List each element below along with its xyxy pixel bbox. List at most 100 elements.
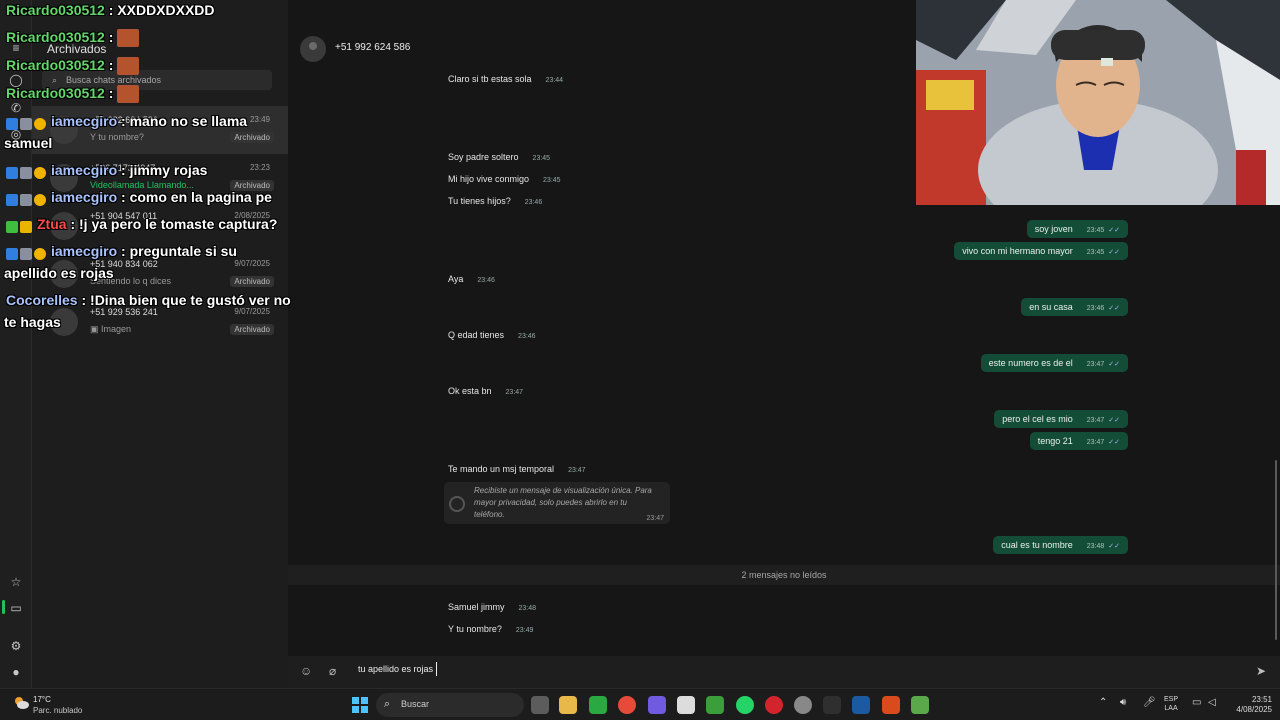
weather-icon: [15, 697, 29, 709]
weather-condition: Parc. nublado: [33, 706, 83, 715]
epic-games-icon[interactable]: [823, 696, 841, 714]
outgoing-message[interactable]: cual es tu nombre 23:48 ✓✓: [993, 536, 1128, 554]
start-button[interactable]: [351, 696, 369, 714]
chat-row[interactable]: +51 929 536 241 9/07/2025 ▣ Imagen Archi…: [32, 298, 288, 346]
screen: ≡ ◯ ✆ ◎ ☆ ▭ ⚙ ● Archivados ⌕ Busca chats…: [0, 0, 1280, 720]
speaker-icon[interactable]: ◁: [1208, 697, 1216, 708]
volume-icon[interactable]: 🔊︎: [1120, 697, 1126, 708]
steam-icon[interactable]: [852, 696, 870, 714]
attach-icon[interactable]: ⌀: [329, 664, 336, 678]
language-code: ESP: [1164, 696, 1179, 703]
chrome-icon[interactable]: [618, 696, 636, 714]
archived-badge: Archivado: [230, 180, 274, 191]
read-ticks-icon: ✓✓: [1108, 361, 1120, 368]
outgoing-message[interactable]: pero el cel es mio 23:47 ✓✓: [994, 410, 1128, 428]
incoming-message[interactable]: Te mando un msj temporal 23:47: [440, 460, 594, 478]
outgoing-message[interactable]: tengo 21 23:47 ✓✓: [1029, 432, 1128, 450]
incoming-message[interactable]: Soy padre soltero 23:45: [440, 148, 558, 166]
network-icon[interactable]: ▭: [1192, 697, 1201, 708]
chat-date: 23:23: [249, 163, 270, 172]
incoming-message[interactable]: Y tu nombre? 23:49: [440, 620, 541, 638]
chat-row[interactable]: +51 992 624 586 23:49 Y tu nombre? Archi…: [32, 106, 288, 154]
starred-icon[interactable]: ☆: [8, 574, 24, 590]
chat-preview: Y tu nombre?: [90, 132, 144, 142]
outgoing-message[interactable]: vivo con mi hermano mayor 23:45 ✓✓: [954, 242, 1128, 260]
minecraft-icon[interactable]: [706, 696, 724, 714]
emoji-icon[interactable]: ☺: [300, 664, 312, 678]
app-icon[interactable]: [882, 696, 900, 714]
message-text: soy joven: [1034, 224, 1073, 234]
message-composer: ☺ ⌀ tu apellido es rojas ➤: [288, 656, 1280, 688]
message-text: Ok esta bn: [448, 386, 492, 396]
chat-row[interactable]: +506 7173 4047 23:23 Videollamada Llaman…: [32, 154, 288, 202]
message-time: 23:45: [1086, 249, 1105, 256]
taskbar-search[interactable]: ⌕ Buscar: [376, 693, 524, 717]
contact-name: +51 992 624 586: [335, 42, 411, 53]
message-text: Soy padre soltero: [448, 152, 519, 162]
search-input[interactable]: ⌕ Busca chats archivados: [42, 70, 272, 90]
avatar: [50, 164, 78, 192]
avatar: [50, 260, 78, 288]
unread-divider: 2 mensajes no leídos: [288, 565, 1280, 585]
outgoing-message[interactable]: este numero es de el 23:47 ✓✓: [980, 354, 1128, 372]
microphone-icon[interactable]: 🎤︎: [1143, 697, 1156, 708]
whatsapp-icon[interactable]: [736, 696, 754, 714]
store-icon[interactable]: [677, 696, 695, 714]
calls-icon[interactable]: ✆: [8, 100, 24, 116]
message-text: Samuel jimmy: [448, 602, 505, 612]
task-view-icon[interactable]: [531, 696, 549, 714]
send-icon[interactable]: ➤: [1256, 664, 1266, 678]
windows-icon: [352, 697, 368, 713]
message-time: 23:45: [532, 155, 551, 162]
chat-date: 9/07/2025: [234, 259, 270, 268]
menu-icon[interactable]: ≡: [8, 40, 24, 56]
incoming-message[interactable]: Tu tienes hijos? 23:46: [440, 192, 550, 210]
outgoing-message[interactable]: soy joven 23:45 ✓✓: [1026, 220, 1128, 238]
read-ticks-icon: ✓✓: [1108, 249, 1120, 256]
status-icon[interactable]: ◎: [8, 126, 24, 142]
chat-row[interactable]: +51 904 547 011 2/08/2025: [32, 202, 288, 250]
message-text: cual es tu nombre: [1001, 540, 1073, 550]
profile-icon[interactable]: ●: [8, 664, 24, 680]
avatar: [50, 116, 78, 144]
settings-icon[interactable]: ⚙: [8, 638, 24, 654]
chats-icon[interactable]: ◯: [8, 72, 24, 88]
message-time: 23:45: [1086, 227, 1105, 234]
windows-taskbar: 17°C Parc. nublado ⌕ Buscar ⌃ 🔊︎ 🎤︎ ESP …: [0, 688, 1280, 720]
search-icon: ⌕: [52, 75, 58, 85]
webcam-feed: [916, 0, 1280, 205]
avatar: [50, 212, 78, 240]
search-placeholder: Busca chats archivados: [66, 75, 162, 85]
app-icon[interactable]: [794, 696, 812, 714]
chat-row[interactable]: +51 940 834 062 9/07/2025 Sentiendo lo q…: [32, 250, 288, 298]
chat-date: 23:49: [249, 115, 270, 124]
outgoing-message[interactable]: en su casa 23:46 ✓✓: [1021, 298, 1128, 316]
chat-preview: Videollamada Llamando...: [90, 180, 194, 190]
archive-icon[interactable]: ▭: [8, 600, 24, 616]
incoming-message[interactable]: Claro si tb estas sola 23:44: [440, 70, 571, 88]
clock-date: 4/08/2025: [1236, 705, 1272, 714]
scrollbar[interactable]: [1275, 460, 1277, 640]
view-once-message[interactable]: Recibiste un mensaje de visualización ún…: [444, 482, 670, 524]
xbox-icon[interactable]: [589, 696, 607, 714]
incoming-message[interactable]: Q edad tienes 23:46: [440, 326, 544, 344]
taskbar-search-label: Buscar: [401, 699, 430, 709]
avatar: [50, 308, 78, 336]
incoming-message[interactable]: Samuel jimmy 23:48: [440, 598, 544, 616]
incoming-message[interactable]: Aya 23:46: [440, 270, 503, 288]
discord-icon[interactable]: [648, 696, 666, 714]
archived-badge: Archivado: [230, 324, 274, 335]
incoming-message[interactable]: Mi hijo vive conmigo 23:45: [440, 170, 569, 188]
app-icon[interactable]: [911, 696, 929, 714]
message-time: 23:46: [518, 333, 536, 340]
chat-name: +51 904 547 011: [90, 211, 158, 221]
message-time: 23:47: [1086, 361, 1105, 368]
clock[interactable]: 23:51 4/08/2025: [1228, 695, 1272, 715]
language-indicator[interactable]: ESP LAA: [1164, 695, 1178, 713]
opera-icon[interactable]: [765, 696, 783, 714]
file-explorer-icon[interactable]: [559, 696, 577, 714]
chevron-up-icon[interactable]: ⌃: [1099, 697, 1107, 708]
incoming-message[interactable]: Ok esta bn 23:47: [440, 382, 531, 400]
message-input[interactable]: tu apellido es rojas: [358, 664, 433, 674]
message-text: Te mando un msj temporal: [448, 464, 555, 474]
